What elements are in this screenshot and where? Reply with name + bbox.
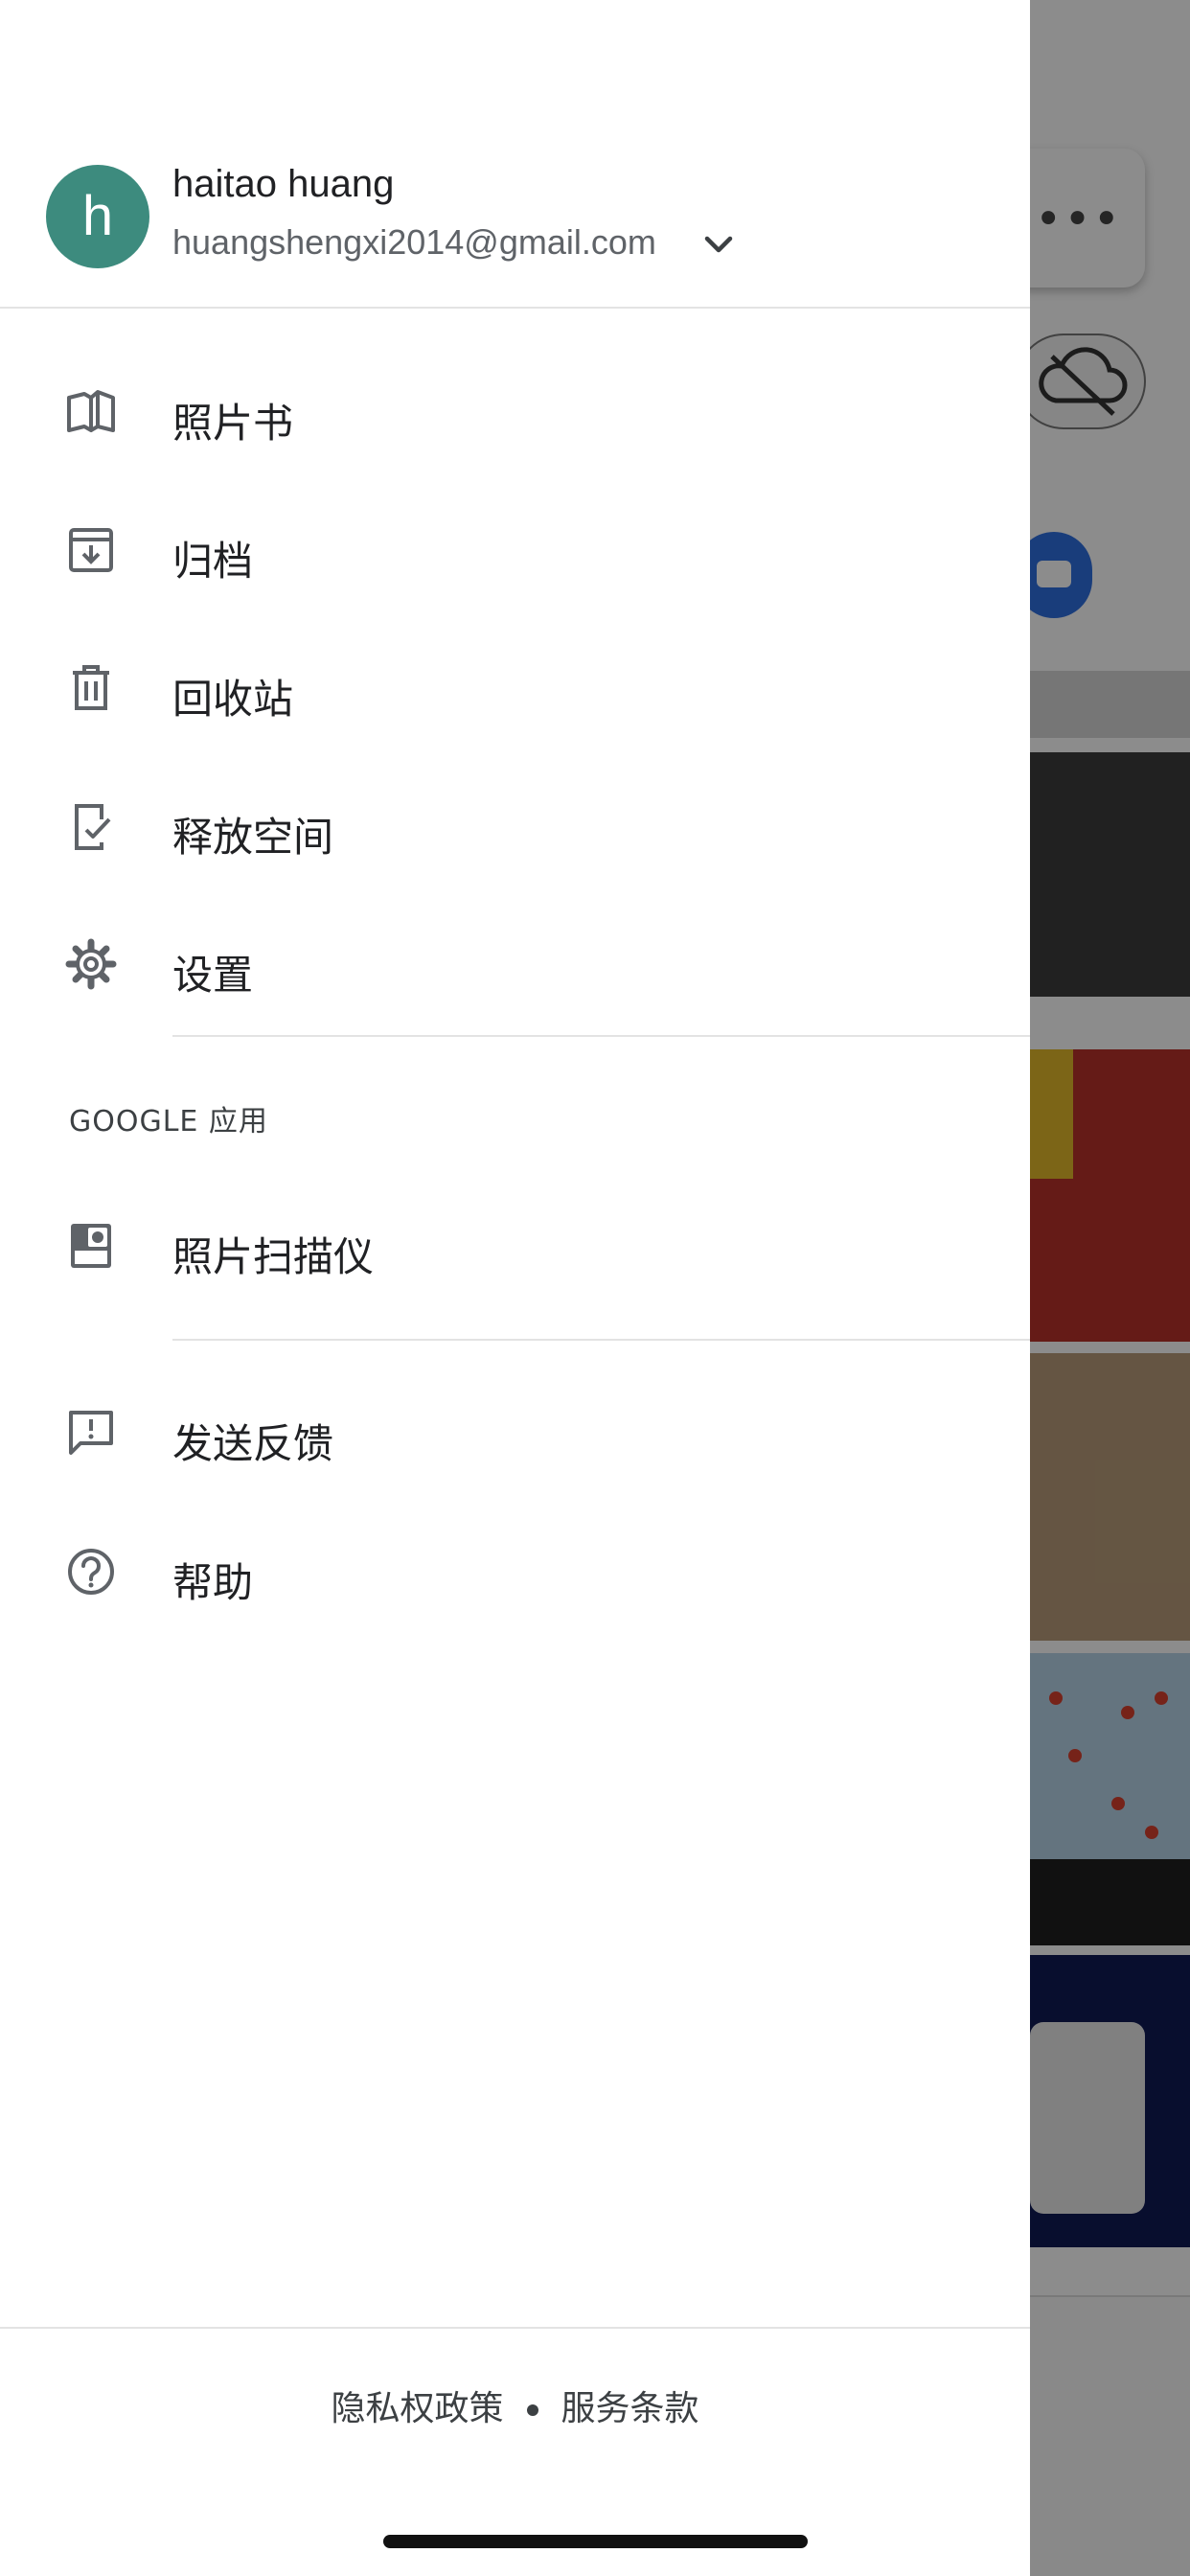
menu-item-label: 设置: [172, 952, 254, 999]
menu-item-photoscan[interactable]: 照片扫描仪: [0, 1188, 1030, 1303]
menu-item-send-feedback[interactable]: 发送反馈: [0, 1375, 1030, 1490]
menu-item-trash[interactable]: 回收站: [0, 631, 1030, 746]
google-apps-section-title: GOOGLE 应用: [69, 1105, 268, 1138]
menu-item-label: 归档: [172, 538, 254, 585]
archive-icon: [69, 528, 113, 572]
avatar[interactable]: h: [46, 165, 149, 268]
menu-item-label: 照片扫描仪: [172, 1233, 375, 1280]
separator-dot: [526, 2404, 538, 2416]
photo-book-icon: [67, 390, 115, 432]
menu-item-settings[interactable]: 设置: [0, 907, 1030, 1022]
help-icon: [68, 1549, 114, 1595]
home-indicator[interactable]: [383, 2535, 808, 2548]
menu-item-label: 照片书: [172, 400, 294, 447]
account-email: huangshengxi2014@gmail.com: [172, 222, 656, 262]
account-name: haitao huang: [172, 163, 395, 205]
menu-item-label: 释放空间: [172, 814, 334, 861]
divider: [172, 1339, 1030, 1341]
menu-item-archive[interactable]: 归档: [0, 493, 1030, 608]
privacy-policy-link[interactable]: 隐私权政策: [331, 2389, 503, 2428]
navigation-drawer: h haitao huang huangshengxi2014@gmail.co…: [0, 0, 1030, 2576]
gear-icon: [65, 938, 117, 990]
account-header[interactable]: h haitao huang huangshengxi2014@gmail.co…: [0, 0, 1030, 309]
menu-item-label: 回收站: [172, 676, 294, 723]
menu-item-photo-book[interactable]: 照片书: [0, 355, 1030, 470]
footer-links: 隐私权政策 服务条款: [0, 2380, 1030, 2430]
chevron-down-icon[interactable]: [699, 226, 738, 264]
photoscan-icon: [71, 1224, 111, 1268]
menu-item-free-up-space[interactable]: 释放空间: [0, 769, 1030, 884]
feedback-icon: [69, 1411, 113, 1455]
menu-item-label: 帮助: [172, 1559, 254, 1606]
trash-icon: [73, 665, 109, 710]
free-up-space-icon: [75, 804, 111, 850]
menu-item-label: 发送反馈: [172, 1420, 334, 1467]
terms-of-service-link[interactable]: 服务条款: [561, 2389, 699, 2428]
menu-item-help[interactable]: 帮助: [0, 1514, 1030, 1629]
divider: [172, 1035, 1030, 1037]
